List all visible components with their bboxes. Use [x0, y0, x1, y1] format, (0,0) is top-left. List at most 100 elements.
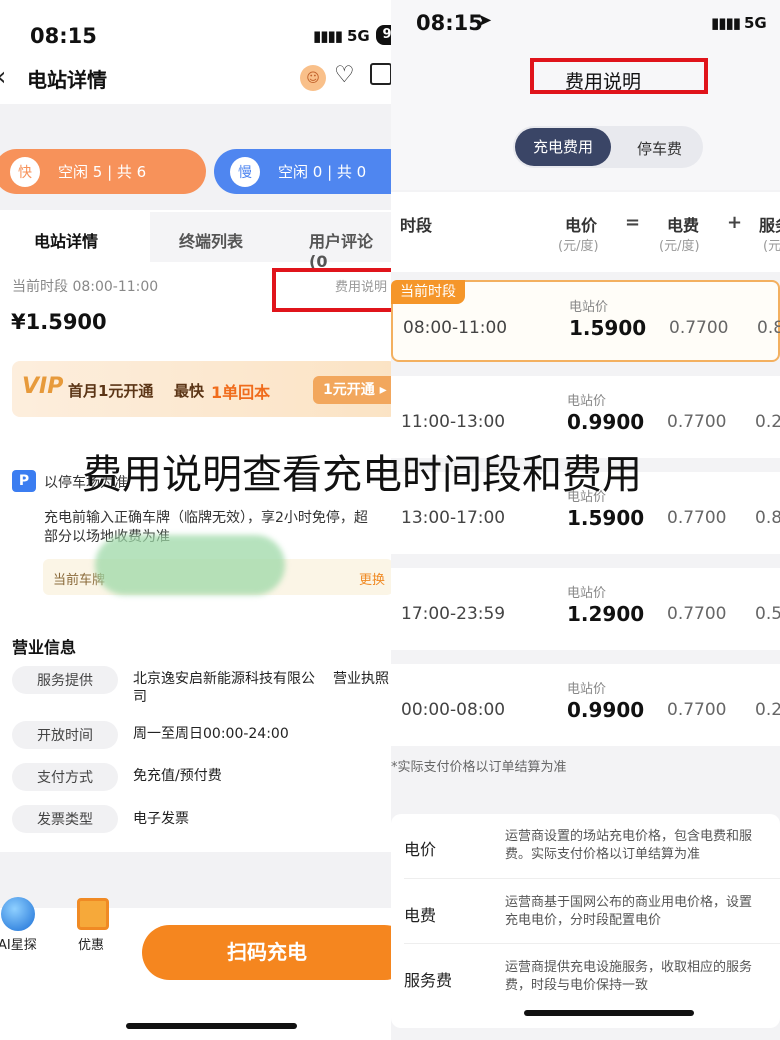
equals-sign: =	[625, 212, 641, 233]
service-provider-value-line2: 司	[133, 689, 147, 705]
col-fee-unit: (元/度)	[659, 239, 700, 254]
price-3: 1.5900	[567, 506, 645, 530]
slow-charger-pill[interactable]: 慢 空闲 0 | 共 0	[214, 149, 391, 194]
current-price: ¥1.5900	[11, 310, 107, 334]
station-price-label: 电站价	[569, 300, 609, 315]
definition-price-term: 电价	[404, 840, 437, 859]
vip-banner[interactable]: VIP 首月1元开通 最快 1单回本 1元开通 ▸	[12, 361, 391, 417]
vip-fastest: 最快	[174, 382, 205, 400]
ai-scout-label[interactable]: AI星探	[0, 934, 37, 953]
segment-parking-fee[interactable]: 停车费	[637, 138, 682, 159]
vip-logo: VIP	[22, 374, 64, 399]
period-3: 13:00-17:00	[401, 508, 506, 528]
price-5: 0.9900	[567, 698, 645, 722]
page-title: 电站详情	[27, 68, 107, 92]
invoice-label: 发票类型	[12, 805, 118, 833]
fee-3: 0.7700	[667, 508, 727, 528]
definition-electricity-term: 电费	[404, 906, 437, 925]
col-service: 服务	[759, 216, 780, 235]
price-1: 1.5900	[569, 316, 647, 340]
invoice-value: 电子发票	[133, 811, 189, 827]
col-period: 时段	[400, 216, 433, 235]
segment-charging-fee-label: 充电费用	[532, 138, 593, 156]
scan-charge-button[interactable]: 扫码充电	[142, 925, 391, 980]
open-hours-value: 周一至周日00:00-24:00	[133, 726, 289, 742]
parking-desc-line1: 充电前输入正确车牌（临牌无效），享2小时免停，超	[44, 510, 368, 526]
price-4: 1.2900	[567, 602, 645, 626]
vip-open-button[interactable]: 1元开通 ▸	[313, 376, 391, 404]
highlight-box-title	[530, 58, 708, 94]
parking-icon: P	[12, 470, 36, 492]
period-4: 17:00-23:59	[401, 604, 506, 624]
station-price-label: 电站价	[567, 682, 607, 697]
location-arrow-icon: ➤	[477, 10, 493, 31]
segment-charging-fee[interactable]: 充电费用	[515, 128, 611, 166]
vip-offer: 首月1元开通	[68, 382, 154, 400]
period-5: 00:00-08:00	[401, 700, 506, 720]
price-row-4: 电站价 17:00-23:59 1.2900 0.7700 0.5	[391, 568, 780, 650]
share-icon[interactable]	[370, 63, 391, 85]
service-4: 0.5	[755, 604, 780, 624]
vip-payback: 1单回本	[211, 383, 271, 402]
service-1: 0.8	[757, 318, 780, 338]
fast-charger-pill[interactable]: 快 空闲 5 | 共 6	[0, 149, 206, 194]
favorite-icon[interactable]: ♡	[334, 62, 355, 88]
assistant-icon[interactable]: ☺	[300, 65, 326, 91]
payment-value: 免充值/预付费	[133, 768, 222, 784]
ai-scout-icon[interactable]	[1, 897, 35, 931]
period-2: 11:00-13:00	[401, 412, 506, 432]
station-detail-screen: 08:15 ▮▮▮▮ 5G 9 ‹ 电站详情 ☺ ♡ 快 空闲 5 | 共 6 …	[0, 0, 391, 1040]
price-row-5: 电站价 00:00-08:00 0.9900 0.7700 0.2	[391, 664, 780, 746]
definition-service-line2: 费，时段与电价保持一致	[505, 978, 649, 993]
back-icon[interactable]: ‹	[0, 62, 6, 92]
fast-badge: 快	[10, 156, 40, 187]
business-license-link[interactable]: 营业执照	[333, 671, 389, 688]
signal-icon: ▮▮▮▮	[711, 14, 741, 32]
definition-electricity: 电费 运营商基于国网公布的商业用电价格，设置 充电电价，分时段配置电价	[391, 880, 780, 944]
definition-service-term: 服务费	[404, 971, 453, 990]
station-price-label: 电站价	[567, 586, 607, 601]
fee-5: 0.7700	[667, 700, 727, 720]
change-plate-link[interactable]: 更换	[359, 569, 385, 588]
tab-user-reviews[interactable]: 用户评论(0	[309, 228, 391, 271]
col-price: 电价	[565, 216, 598, 235]
col-service-unit: (元	[763, 239, 780, 254]
definition-electricity-line1: 运营商基于国网公布的商业用电价格，设置	[505, 895, 753, 910]
tab-terminal-list[interactable]: 终端列表	[179, 228, 243, 252]
definition-service: 服务费 运营商提供充电设施服务，收取相应的服务 费，时段与电价保持一致	[391, 945, 780, 1009]
scan-charge-label: 扫码充电	[227, 940, 307, 964]
divider	[404, 943, 780, 944]
payment-label: 支付方式	[12, 763, 118, 791]
tab-station-detail[interactable]: 电站详情	[34, 228, 98, 252]
service-provider-value: 北京逸安启新能源科技有限公	[133, 671, 315, 687]
price-2: 0.9900	[567, 410, 645, 434]
business-heading: 营业信息	[12, 638, 77, 657]
table-header: 时段 电价 (元/度) = 电费 (元/度) + 服务 (元	[391, 192, 780, 272]
status-time: 08:15	[30, 24, 97, 48]
signal-icon: ▮▮▮▮	[313, 27, 343, 45]
network-label: 5G	[347, 27, 370, 45]
current-period-tag: 当前时段	[391, 280, 465, 304]
fast-availability: 空闲 5 | 共 6	[58, 163, 147, 181]
open-hours-label: 开放时间	[12, 721, 118, 749]
fee-explanation-screen: 08:15 ➤ ▮▮▮▮ 5G 费用说明 充电费用 停车费 时段 电价 (元/度…	[391, 0, 780, 1040]
col-price-unit: (元/度)	[558, 239, 599, 254]
home-indicator	[126, 1023, 297, 1029]
overlay-caption: 费用说明查看充电时间段和费用	[82, 452, 642, 498]
definition-price-line1: 运营商设置的场站充电价格，包含电费和服	[505, 829, 753, 844]
battery-icon: 9	[376, 25, 391, 45]
plus-sign: +	[727, 212, 743, 233]
privacy-scribble	[95, 535, 285, 595]
service-5: 0.2	[755, 700, 780, 720]
coupon-icon[interactable]	[77, 898, 109, 930]
coupon-label[interactable]: 优惠	[78, 934, 104, 953]
definition-service-line1: 运营商提供充电设施服务，收取相应的服务	[505, 960, 753, 975]
definition-electricity-line2: 充电电价，分时段配置电价	[505, 913, 662, 928]
composite-screenshot: 08:15 ▮▮▮▮ 5G 9 ‹ 电站详情 ☺ ♡ 快 空闲 5 | 共 6 …	[0, 0, 780, 1040]
status-time: 08:15	[416, 11, 483, 35]
slow-badge: 慢	[230, 156, 260, 187]
settlement-note: *实际支付价格以订单结算为准	[391, 760, 567, 775]
current-period: 当前时段 08:00-11:00	[12, 279, 159, 295]
price-row-current: 当前时段 电站价 08:00-11:00 1.5900 0.7700 0.8	[391, 280, 780, 362]
service-3: 0.8	[755, 508, 780, 528]
